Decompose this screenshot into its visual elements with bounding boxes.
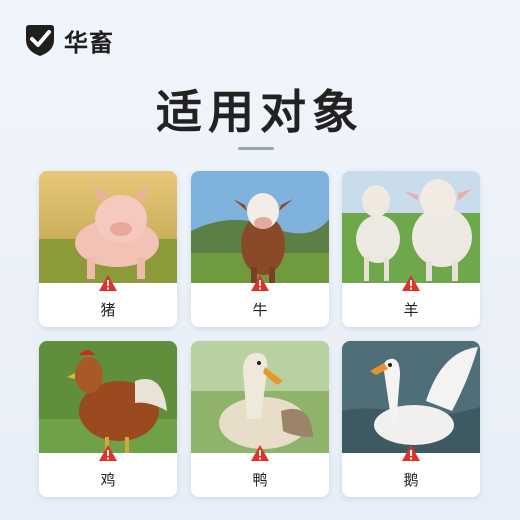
animal-label: 鸭: [252, 471, 268, 489]
warning-icon: [402, 275, 420, 291]
warning-icon: [251, 445, 269, 461]
animal-card-duck: 鸭: [191, 341, 329, 497]
animal-label: 鹅: [403, 471, 419, 489]
warning-icon: [99, 445, 117, 461]
animal-card-goose: 鹅: [342, 341, 480, 497]
animal-label: 猪: [100, 301, 116, 319]
pig-photo: [39, 171, 177, 283]
warning-icon: [251, 275, 269, 291]
animal-label: 羊: [403, 301, 419, 319]
sheep-photo: [342, 171, 480, 283]
animal-grid: 猪 牛 羊 鸡 鸭 鹅: [0, 0, 520, 520]
animal-card-cow: 牛: [191, 171, 329, 327]
animal-label: 牛: [252, 301, 268, 319]
warning-icon: [99, 275, 117, 291]
animal-card-chicken: 鸡: [39, 341, 177, 497]
animal-label: 鸡: [100, 471, 116, 489]
chicken-photo: [39, 341, 177, 453]
goose-photo: [342, 341, 480, 453]
duck-photo: [191, 341, 329, 453]
warning-icon: [402, 445, 420, 461]
animal-card-pig: 猪: [39, 171, 177, 327]
animal-card-sheep: 羊: [342, 171, 480, 327]
cow-photo: [191, 171, 329, 283]
